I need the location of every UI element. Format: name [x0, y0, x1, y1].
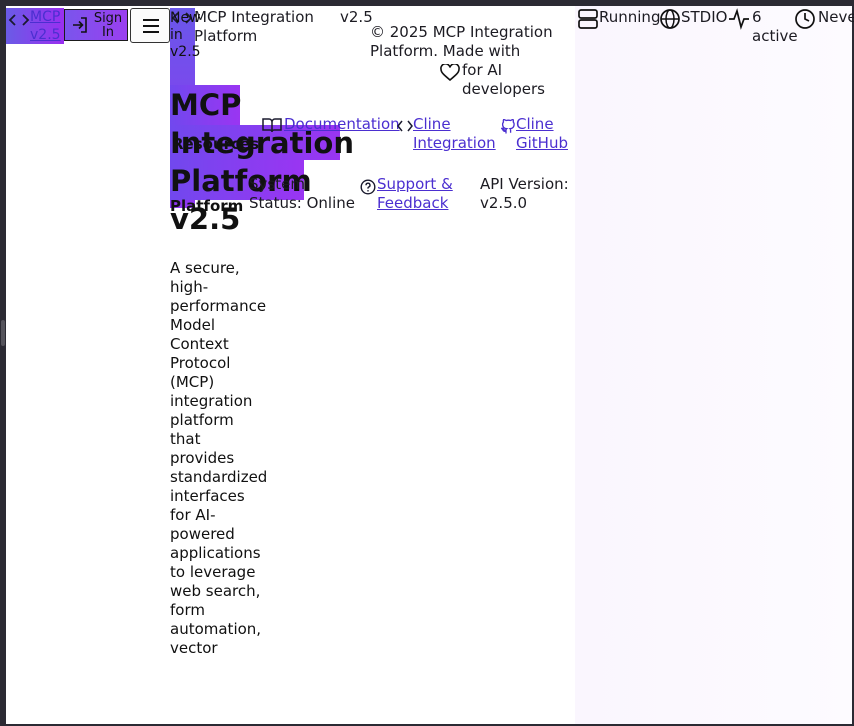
support-feedback-link[interactable]: Support & Feedback	[377, 175, 467, 213]
globe-icon	[660, 9, 680, 29]
server-icon	[578, 9, 598, 29]
help-circle-icon	[360, 179, 376, 195]
heart-icon	[440, 64, 460, 82]
github-icon	[501, 119, 515, 134]
menu-bar	[143, 19, 159, 21]
sign-in-button[interactable]: Sign In	[64, 9, 128, 41]
last-activity-status: Neve	[818, 8, 854, 26]
resources-heading: Resources	[172, 135, 260, 153]
documentation-link[interactable]: Documentation	[284, 115, 400, 133]
copyright-text: © 2025 MCP Integration Platform. Made wi…	[370, 23, 553, 60]
brand-name[interactable]: MCP Integration Platform	[194, 8, 324, 46]
sign-in-label: Sign In	[93, 11, 123, 40]
logo[interactable]: MCP v2.5	[6, 8, 64, 44]
activity-icon	[729, 8, 749, 30]
code-icon	[8, 14, 30, 26]
hero-description: A secure, high-performance Model Context…	[170, 259, 268, 657]
server-status: Running	[599, 8, 661, 26]
menu-bar	[143, 31, 159, 33]
window-frame-left	[0, 0, 6, 726]
clock-icon	[795, 9, 815, 29]
login-icon	[73, 17, 87, 33]
code-icon	[397, 120, 413, 132]
for-ai-text: for AI developers	[462, 61, 545, 98]
hero-title: MCP Integration Platform v2.5	[170, 88, 354, 236]
menu-bar	[143, 25, 159, 27]
transport-status: STDIO	[681, 8, 728, 26]
book-icon	[262, 118, 282, 133]
logo-link[interactable]: MCP v2.5	[30, 8, 64, 44]
platform-heading: Platform	[170, 197, 244, 215]
resize-handle[interactable]	[1, 320, 5, 346]
cline-integration-link[interactable]: Cline Integration	[413, 115, 503, 153]
api-version: API Version: v2.5.0	[480, 175, 569, 212]
version-label: v2.5	[340, 8, 373, 26]
system-status: System Status: Online	[249, 175, 356, 212]
cline-github-link[interactable]: Cline GitHub	[516, 115, 576, 153]
right-panel-background	[575, 6, 852, 724]
menu-button[interactable]	[130, 8, 170, 43]
